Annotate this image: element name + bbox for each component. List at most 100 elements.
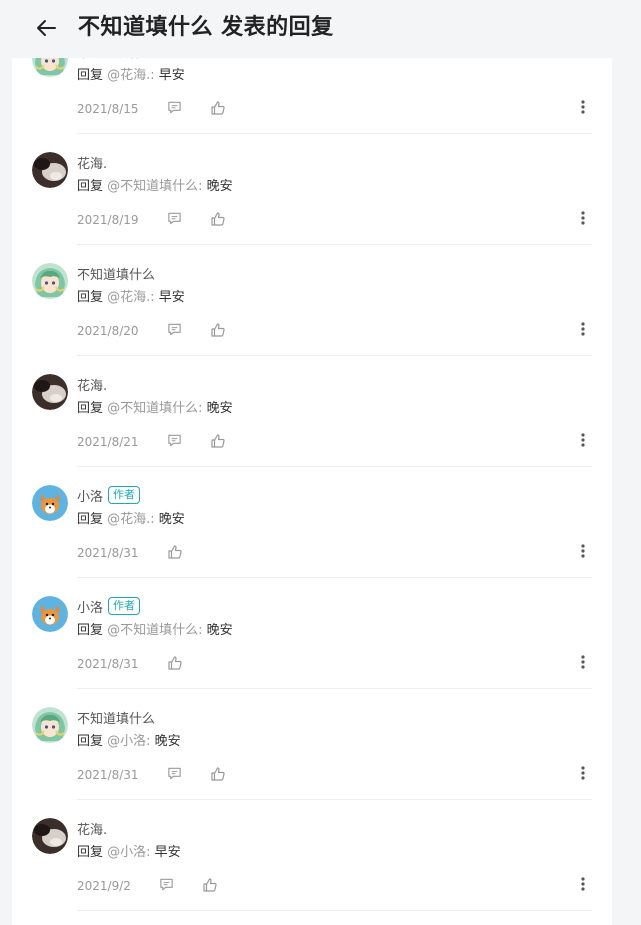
- like-button[interactable]: [209, 433, 227, 451]
- avatar[interactable]: [32, 707, 68, 743]
- more-button[interactable]: [574, 321, 592, 341]
- avatar[interactable]: [32, 596, 68, 632]
- username[interactable]: 花海.: [77, 819, 107, 838]
- reply-item: 花海. 回复 @不知道填什么: 晚安 2021/8/21: [12, 356, 612, 467]
- thumbs-up-icon: [210, 100, 226, 119]
- reply-prefix: 回复: [77, 290, 108, 305]
- avatar[interactable]: [32, 152, 68, 188]
- more-button[interactable]: [574, 876, 592, 896]
- avatar[interactable]: [32, 58, 68, 77]
- like-button[interactable]: [166, 655, 184, 673]
- reply-text: 晚安: [202, 401, 233, 416]
- reply-content: 回复 @不知道填什么: 晚安: [77, 399, 233, 419]
- more-button[interactable]: [574, 654, 592, 674]
- reply-date: 2021/9/2: [77, 879, 131, 893]
- reply-text: 晚安: [202, 623, 233, 638]
- reply-date: 2021/8/31: [77, 546, 139, 560]
- reply-prefix: 回复: [77, 401, 108, 416]
- comment-button[interactable]: [158, 877, 176, 895]
- username[interactable]: 不知道填什么: [77, 708, 155, 727]
- avatar[interactable]: [32, 485, 68, 521]
- more-button[interactable]: [574, 543, 592, 563]
- reply-item: 花海. 回复 @不知道填什么: 晚安 2021/8/19: [12, 134, 612, 245]
- like-button[interactable]: [209, 100, 227, 118]
- username[interactable]: 小洛: [77, 486, 103, 505]
- reply-mention[interactable]: @不知道填什么:: [107, 179, 202, 194]
- reply-content: 回复 @不知道填什么: 晚安: [77, 621, 233, 641]
- reply-text: 晚安: [154, 512, 185, 527]
- reply-content: 回复 @花海.: 早安: [77, 66, 185, 86]
- reply-text: 早安: [150, 845, 181, 860]
- more-button[interactable]: [574, 432, 592, 452]
- reply-mention[interactable]: @不知道填什么:: [107, 623, 202, 638]
- reply-date: 2021/8/21: [77, 435, 139, 449]
- comment-icon: [167, 100, 182, 118]
- comment-button[interactable]: [166, 211, 184, 229]
- reply-mention[interactable]: @花海.:: [107, 68, 155, 83]
- comment-button[interactable]: [166, 766, 184, 784]
- thumbs-up-icon: [210, 211, 226, 230]
- reply-content: 回复 @小洛: 晚安: [77, 732, 181, 752]
- reply-mention[interactable]: @小洛:: [107, 734, 150, 749]
- username-row: 小洛 作者: [77, 485, 141, 505]
- avatar[interactable]: [32, 374, 68, 410]
- reply-meta: 2021/8/20: [77, 321, 227, 341]
- reply-date: 2021/8/31: [77, 768, 139, 782]
- like-button[interactable]: [209, 322, 227, 340]
- divider: [77, 910, 592, 911]
- username[interactable]: 小洛: [77, 597, 103, 616]
- username-row: 花海.: [77, 374, 107, 394]
- reply-meta: 2021/8/31: [77, 765, 227, 785]
- thumbs-up-icon: [210, 433, 226, 452]
- more-vertical-icon: [580, 654, 586, 674]
- reply-mention[interactable]: @花海.:: [107, 290, 155, 305]
- username[interactable]: 花海.: [77, 375, 107, 394]
- back-button[interactable]: [32, 14, 60, 42]
- reply-meta: 2021/8/21: [77, 432, 227, 452]
- comment-button[interactable]: [166, 322, 184, 340]
- comment-icon: [167, 322, 182, 340]
- header-bar: 不知道填什么 发表的回复: [0, 0, 641, 58]
- username-row: 花海.: [77, 152, 107, 172]
- username-row: 不知道填什么: [77, 263, 155, 283]
- reply-mention[interactable]: @花海.:: [107, 512, 155, 527]
- reply-prefix: 回复: [77, 623, 108, 638]
- more-vertical-icon: [580, 765, 586, 785]
- avatar[interactable]: [32, 818, 68, 854]
- comment-button[interactable]: [166, 100, 184, 118]
- like-button[interactable]: [209, 766, 227, 784]
- comment-button[interactable]: [166, 433, 184, 451]
- reply-prefix: 回复: [77, 179, 108, 194]
- reply-prefix: 回复: [77, 734, 108, 749]
- reply-date: 2021/8/19: [77, 213, 139, 227]
- more-button[interactable]: [574, 765, 592, 785]
- more-vertical-icon: [580, 99, 586, 119]
- thumbs-up-icon: [167, 544, 183, 563]
- reply-mention[interactable]: @小洛:: [107, 845, 150, 860]
- reply-meta: 2021/8/15: [77, 99, 227, 119]
- reply-text: 晚安: [202, 179, 233, 194]
- avatar[interactable]: [32, 263, 68, 299]
- reply-content: 回复 @小洛: 早安: [77, 843, 181, 863]
- reply-text: 早安: [154, 68, 185, 83]
- author-badge: 作者: [108, 486, 141, 504]
- username[interactable]: 不知道填什么: [77, 58, 155, 61]
- username[interactable]: 花海.: [77, 153, 107, 172]
- reply-item: 不知道填什么回复 @花海.: 早安 2021/8/20: [12, 245, 612, 356]
- like-button[interactable]: [209, 211, 227, 229]
- like-button[interactable]: [201, 877, 219, 895]
- more-button[interactable]: [574, 99, 592, 119]
- more-vertical-icon: [580, 210, 586, 230]
- reply-item: 小洛 作者回复 @不知道填什么: 晚安 2021/8/31: [12, 578, 612, 689]
- reply-text: 晚安: [150, 734, 181, 749]
- reply-mention[interactable]: @不知道填什么:: [107, 401, 202, 416]
- reply-meta: 2021/8/31: [77, 654, 184, 674]
- more-vertical-icon: [580, 321, 586, 341]
- username-row: 小洛 作者: [77, 596, 141, 616]
- reply-content: 回复 @花海.: 早安: [77, 288, 185, 308]
- username[interactable]: 不知道填什么: [77, 264, 155, 283]
- username-row: 不知道填什么: [77, 707, 155, 727]
- more-button[interactable]: [574, 210, 592, 230]
- like-button[interactable]: [166, 544, 184, 562]
- thumbs-up-icon: [202, 877, 218, 896]
